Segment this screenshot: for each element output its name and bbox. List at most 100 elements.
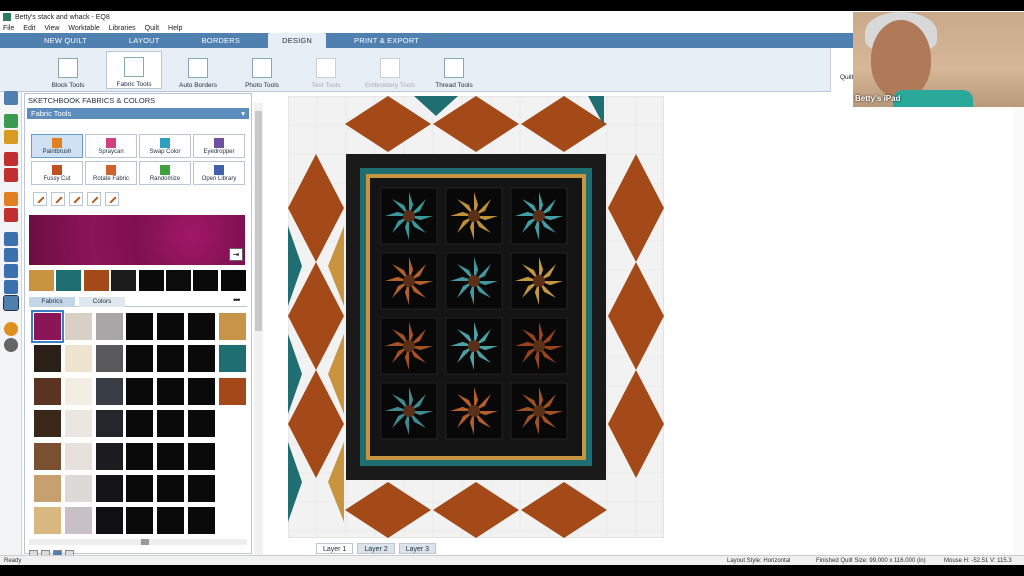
fabric-swatch[interactable]: [157, 313, 185, 340]
fabric-swatch[interactable]: [34, 345, 61, 373]
tab-design[interactable]: DESIGN: [268, 33, 327, 48]
menu-help[interactable]: Help: [168, 25, 182, 32]
recent-swatch[interactable]: [83, 270, 109, 291]
fabric-swatch[interactable]: [126, 313, 154, 340]
tool-eyedropper[interactable]: Eyedropper: [193, 134, 245, 158]
fabric-swatch[interactable]: [95, 507, 123, 535]
sketchbook-icon[interactable]: [4, 130, 18, 144]
photo-tools-button[interactable]: Photo Tools: [234, 51, 290, 89]
undo-icon[interactable]: [4, 208, 18, 222]
fabric-swatch[interactable]: [157, 475, 185, 502]
fabric-hscroll[interactable]: [29, 539, 247, 545]
fabric-swatch[interactable]: [188, 442, 215, 470]
fabric-swatch[interactable]: [95, 442, 123, 470]
layer-tab-1[interactable]: Layer 1: [316, 543, 354, 554]
block-center[interactable]: [533, 405, 545, 417]
tab-new-quilt[interactable]: NEW QUILT: [30, 33, 101, 48]
pencil-icon[interactable]: [4, 192, 18, 206]
fabric-swatch[interactable]: [126, 410, 154, 438]
menu-view[interactable]: View: [44, 25, 59, 32]
recent-swatch[interactable]: [193, 270, 219, 291]
fabric-swatch[interactable]: [64, 507, 92, 535]
fabric-swatch[interactable]: [218, 345, 246, 373]
fabric-swatch[interactable]: [218, 377, 246, 405]
tab-fabrics[interactable]: Fabrics: [29, 297, 75, 307]
scroll-thumb[interactable]: [255, 111, 262, 331]
fabric-swatch[interactable]: [64, 345, 92, 373]
open-fabric-icon[interactable]: ⇥: [229, 248, 243, 261]
fabric-swatch[interactable]: [126, 507, 154, 535]
block-center[interactable]: [468, 210, 480, 222]
tab-print-export[interactable]: PRINT & EXPORT: [340, 33, 433, 48]
fabric-swatch[interactable]: [64, 475, 92, 502]
fabric-swatch[interactable]: [157, 442, 185, 470]
tool-randomize[interactable]: Randomize: [139, 161, 191, 185]
fabric-swatch[interactable]: [34, 442, 61, 470]
menu-libraries[interactable]: Libraries: [109, 25, 136, 32]
paintbrush-size-5-icon[interactable]: [105, 192, 119, 206]
block-tools-button[interactable]: Block Tools: [40, 51, 96, 89]
export-icon[interactable]: [4, 168, 18, 182]
fabric-tools-header[interactable]: Fabric Tools ▾: [27, 108, 249, 119]
fabric-swatch[interactable]: [95, 410, 123, 438]
paintbrush-size-3-icon[interactable]: [69, 192, 83, 206]
block-center[interactable]: [403, 340, 415, 352]
thread-tools-button[interactable]: Thread Tools: [426, 51, 482, 89]
zoom-refresh-icon[interactable]: [4, 280, 18, 294]
paintbrush-size-2-icon[interactable]: [51, 192, 65, 206]
fabric-swatch[interactable]: [188, 507, 215, 535]
fabric-swatch[interactable]: [126, 345, 154, 373]
quilt-canvas[interactable]: [288, 96, 664, 538]
block-center[interactable]: [533, 275, 545, 287]
tool-fussy-cut[interactable]: Fussy Cut: [31, 161, 83, 185]
scroll-thumb[interactable]: [141, 539, 149, 545]
fabric-swatch[interactable]: [34, 377, 61, 405]
fabric-swatch[interactable]: [31, 310, 64, 343]
menu-edit[interactable]: Edit: [23, 25, 35, 32]
block-center[interactable]: [468, 405, 480, 417]
menu-worktable[interactable]: Worktable: [68, 25, 99, 32]
auto-borders-button[interactable]: Auto Borders: [170, 51, 226, 89]
paintbrush-size-4-icon[interactable]: [87, 192, 101, 206]
block-center[interactable]: [468, 340, 480, 352]
select-icon[interactable]: [3, 295, 19, 311]
fabric-swatch[interactable]: [157, 507, 185, 535]
library-icon[interactable]: [4, 114, 18, 128]
menu-file[interactable]: File: [3, 25, 14, 32]
print-icon[interactable]: [4, 152, 18, 166]
fabric-swatch[interactable]: [157, 377, 185, 405]
zoom-out-icon[interactable]: [4, 248, 18, 262]
fabric-swatch[interactable]: [188, 475, 215, 502]
tool-rotate-fabric[interactable]: Rotate Fabric: [85, 161, 137, 185]
tool-swap-color[interactable]: Swap Color: [139, 134, 191, 158]
recent-swatch[interactable]: [166, 270, 191, 291]
fabric-swatch[interactable]: [188, 313, 215, 340]
gear-icon[interactable]: [4, 338, 18, 352]
tab-layout[interactable]: LAYOUT: [115, 33, 174, 48]
paintbrush-size-1-icon[interactable]: [33, 192, 47, 206]
block-center[interactable]: [468, 275, 480, 287]
tool-paintbrush[interactable]: Paintbrush: [31, 134, 83, 158]
recent-swatch[interactable]: [220, 270, 246, 291]
panel-vscroll[interactable]: [254, 103, 263, 555]
fabric-swatch[interactable]: [126, 442, 154, 470]
fabric-swatch[interactable]: [95, 377, 123, 405]
block-center[interactable]: [533, 210, 545, 222]
fabric-swatch[interactable]: [64, 377, 92, 405]
fabric-swatch[interactable]: [34, 507, 61, 535]
menu-quilt[interactable]: Quilt: [145, 25, 159, 32]
recent-swatch[interactable]: [138, 270, 164, 291]
more-options-icon[interactable]: •••: [233, 295, 241, 305]
layer-tab-2[interactable]: Layer 2: [357, 543, 395, 554]
fabric-swatch[interactable]: [126, 377, 154, 405]
fabric-swatch[interactable]: [64, 410, 92, 438]
tab-colors[interactable]: Colors: [79, 297, 125, 307]
fabric-swatch[interactable]: [188, 345, 215, 373]
home-icon[interactable]: [4, 91, 18, 105]
zoom-in-icon[interactable]: [4, 232, 18, 246]
quilt-worktable[interactable]: [266, 93, 1024, 555]
fabric-swatch[interactable]: [64, 442, 92, 470]
fabric-swatch[interactable]: [95, 313, 123, 340]
tab-borders[interactable]: BORDERS: [188, 33, 255, 48]
tool-open-library[interactable]: Open Library: [193, 161, 245, 185]
